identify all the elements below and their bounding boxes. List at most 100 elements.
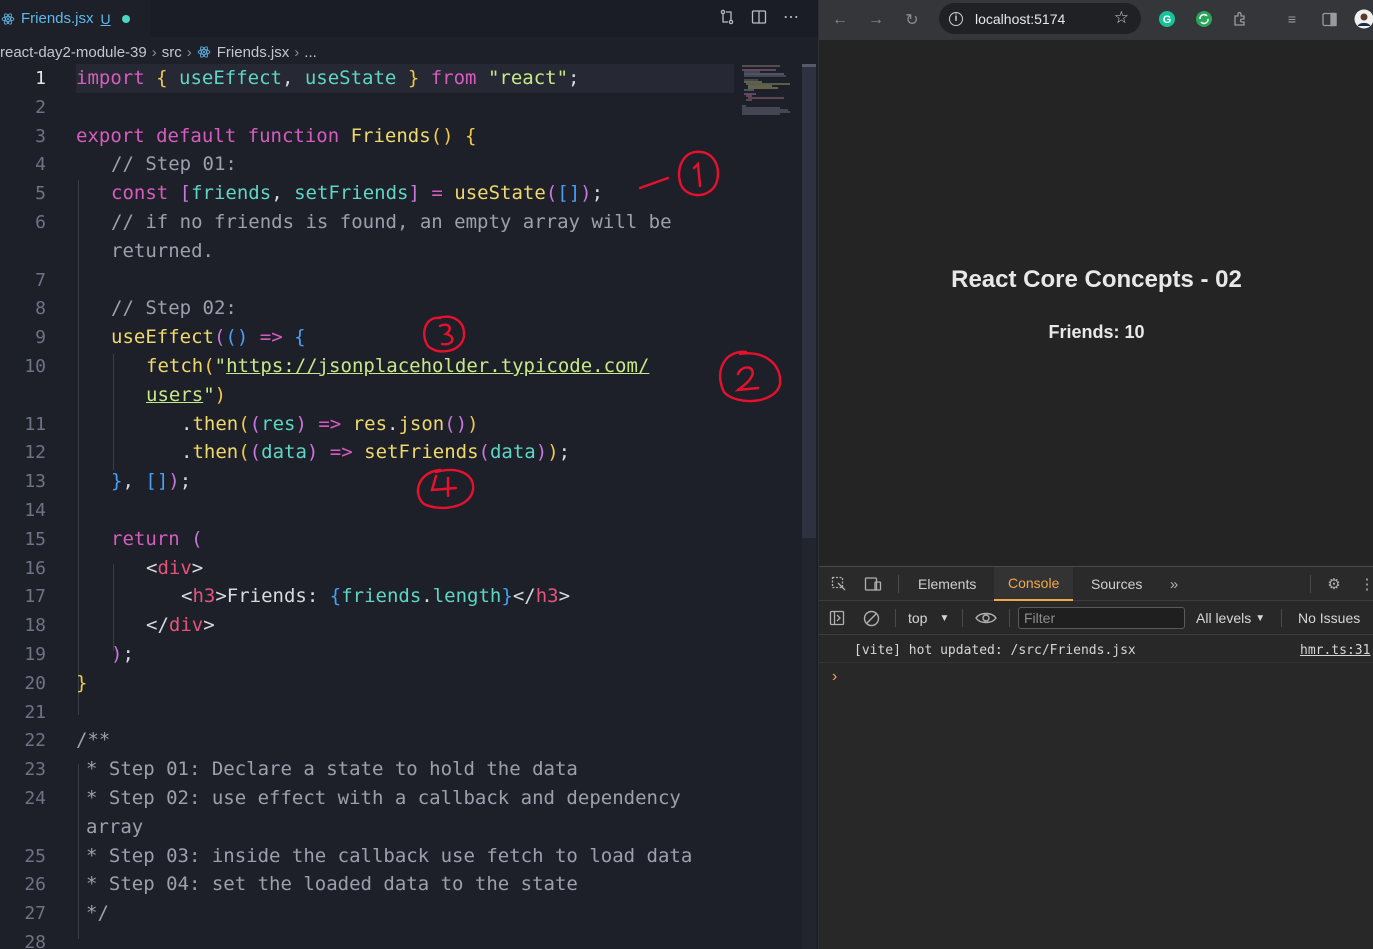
line-number: 15 — [24, 529, 46, 550]
dropdown-arrow-icon: ▼ — [1255, 612, 1266, 624]
tab-friends-jsx[interactable]: Friends.jsx U — [0, 0, 150, 37]
line-number: 3 — [35, 126, 46, 147]
address-bar[interactable]: i localhost:5174 ☆ — [939, 3, 1141, 34]
toolbar-separator — [1281, 609, 1282, 627]
side-panel-icon[interactable] — [1319, 9, 1339, 29]
toolbar-separator — [962, 609, 963, 627]
browser-window: ← → ↻ i localhost:5174 ☆ G ≡ React Core … — [818, 0, 1373, 949]
line-number: 10 — [24, 356, 46, 377]
more-options-icon[interactable]: ⋮ — [1357, 574, 1373, 594]
device-toolbar-icon[interactable] — [863, 574, 883, 594]
dropdown-arrow-icon: ▼ — [939, 612, 950, 624]
bookmark-star-icon[interactable]: ☆ — [1114, 8, 1129, 28]
breadcrumb-src[interactable]: src — [162, 44, 182, 61]
toolbar-separator — [898, 575, 899, 593]
reload-icon[interactable]: ↻ — [901, 9, 923, 31]
breadcrumb: react-day2-module-39 › src › Friends.jsx… — [0, 40, 317, 64]
code-comment: returned. — [111, 240, 214, 262]
toolbar-separator — [895, 609, 896, 627]
browser-toolbar: ← → ↻ i localhost:5174 ☆ G ≡ — [819, 0, 1373, 40]
line-number: 1 — [35, 68, 46, 89]
console-prompt[interactable]: › — [832, 668, 837, 686]
tab-filename: Friends.jsx — [21, 10, 94, 27]
line-number: 17 — [24, 586, 46, 607]
breadcrumb-folder[interactable]: react-day2-module-39 — [0, 44, 147, 61]
line-number: 8 — [35, 298, 46, 319]
more-actions-icon[interactable]: ⋯ — [782, 8, 800, 26]
forward-arrow-icon[interactable]: → — [865, 9, 887, 31]
console-message-text: [vite] hot updated: /src/Friends.jsx — [854, 643, 1136, 658]
chevron-right-icon: › — [294, 43, 300, 61]
split-editor-icon[interactable] — [750, 8, 768, 26]
line-number: 2 — [35, 97, 46, 118]
unsaved-dot-icon — [121, 14, 130, 23]
live-expression-eye-icon[interactable] — [975, 607, 997, 629]
annotation-digit-1 — [692, 161, 702, 188]
code-line: } — [76, 672, 88, 694]
code-comment: // Step 02: — [111, 297, 237, 319]
line-number: 26 — [24, 874, 46, 895]
profile-avatar[interactable] — [1354, 9, 1373, 29]
settings-gear-icon[interactable]: ⚙ — [1324, 574, 1344, 594]
media-control-icon[interactable]: ≡ — [1282, 9, 1302, 29]
line-number: 25 — [24, 846, 46, 867]
breadcrumb-file[interactable]: Friends.jsx — [217, 44, 290, 61]
code-comment: /** — [76, 729, 111, 751]
url-link[interactable]: users — [146, 384, 203, 406]
sidebar-toggle-icon[interactable] — [829, 607, 845, 629]
compare-changes-icon[interactable] — [718, 8, 736, 26]
code-line: users") — [146, 384, 227, 406]
log-levels-dropdown[interactable]: All levels ▼ — [1196, 607, 1265, 629]
line-number: 4 — [35, 154, 46, 175]
code-comment: // Step 01: — [111, 153, 237, 175]
line-number: 16 — [24, 558, 46, 579]
annotation-circle-2 — [719, 350, 782, 403]
url-link[interactable]: https://jsonplaceholder.typicode.com/ — [226, 355, 649, 377]
devtools-panel: Elements Console Sources » ⚙ ⋮ top ▼ Filt… — [819, 566, 1373, 949]
back-arrow-icon[interactable]: ← — [829, 9, 851, 31]
indent-guide — [78, 180, 79, 715]
line-number: 6 — [35, 212, 46, 233]
more-tabs-chevron-icon[interactable]: » — [1164, 574, 1184, 594]
inspect-element-icon[interactable] — [829, 574, 849, 594]
code-line: return ( — [111, 528, 203, 550]
tab-console[interactable]: Console — [994, 567, 1074, 601]
console-filter-bar: top ▼ Filter All levels ▼ No Issues — [819, 601, 1373, 635]
annotation-circle-1 — [677, 150, 720, 197]
code-editor: Friends.jsx U ⋯ react-day2-module-39 › s… — [0, 0, 818, 949]
scrollbar-thumb[interactable] — [802, 64, 816, 538]
line-number: 11 — [24, 414, 46, 435]
extensions-puzzle-icon[interactable] — [1230, 9, 1250, 29]
page-viewport: React Core Concepts - 02 Friends: 10 — [819, 40, 1373, 566]
clear-console-icon[interactable] — [863, 607, 880, 629]
tab-elements[interactable]: Elements — [904, 567, 990, 601]
code-line: fetch("https://jsonplaceholder.typicode.… — [146, 355, 650, 377]
react-icon — [197, 46, 210, 58]
line-number: 14 — [24, 500, 46, 521]
code-comment: * Step 03: inside the callback use fetch… — [86, 845, 693, 867]
line-number: 9 — [35, 327, 46, 348]
tab-sources[interactable]: Sources — [1077, 567, 1156, 601]
issues-counter[interactable]: No Issues — [1298, 607, 1360, 629]
editor-tab-bar: Friends.jsx U ⋯ — [0, 0, 818, 37]
code-line: useEffect(() => { — [111, 326, 306, 348]
breadcrumb-symbol[interactable]: ... — [304, 44, 317, 61]
toolbar-separator — [1310, 575, 1311, 593]
minimap[interactable] — [740, 64, 798, 124]
console-source-link[interactable]: hmr.ts:31 — [1300, 643, 1370, 658]
react-icon — [1, 12, 15, 25]
annotation-circle-3 — [423, 315, 466, 353]
line-number: 24 — [24, 788, 46, 809]
code-line: </div> — [146, 614, 215, 636]
filter-input[interactable]: Filter — [1018, 607, 1185, 629]
extension-sync-icon[interactable] — [1194, 9, 1214, 29]
line-number: 20 — [24, 673, 46, 694]
annotation-circle-4 — [416, 468, 475, 510]
site-info-icon[interactable]: i — [949, 11, 963, 26]
tab-status: U — [100, 10, 111, 27]
grammarly-icon[interactable]: G — [1157, 9, 1177, 29]
code-line: .then((data) => setFriends(data)); — [181, 441, 571, 463]
line-number: 27 — [24, 903, 46, 924]
annotation-arrow-1 — [638, 176, 670, 190]
context-selector[interactable]: top ▼ — [908, 607, 949, 629]
